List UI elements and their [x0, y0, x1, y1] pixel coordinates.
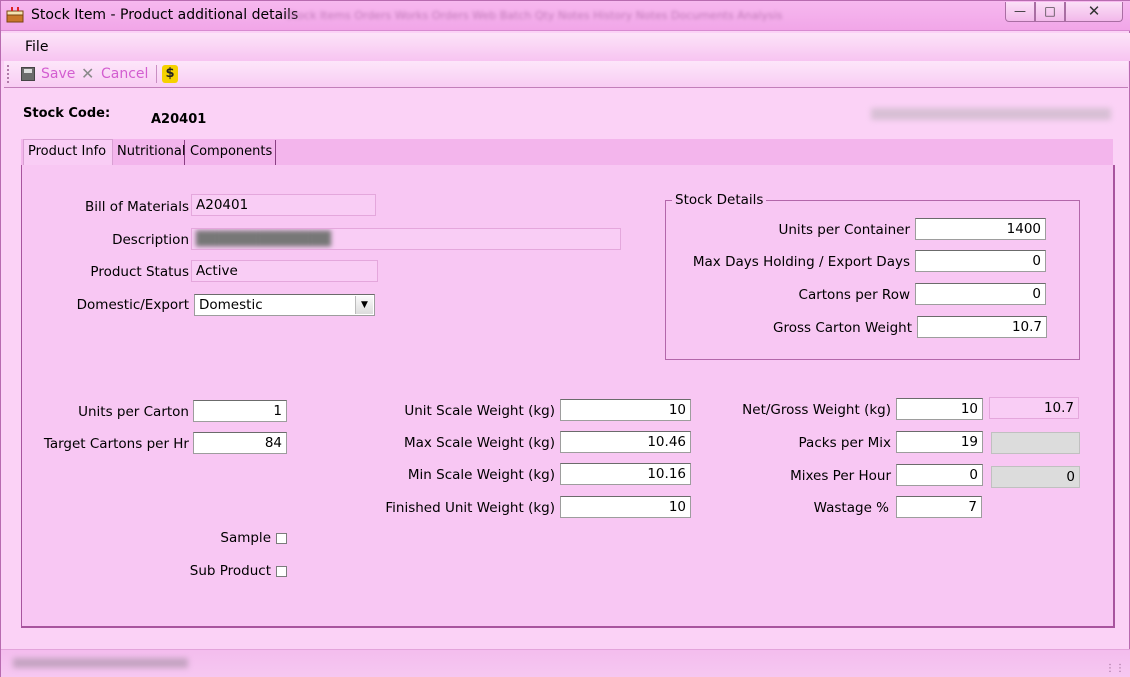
redacted-description-text: █████████████	[196, 231, 331, 247]
units-per-container-label: Units per Container	[778, 222, 911, 238]
tab-components[interactable]: Components	[186, 140, 276, 165]
sample-checkbox[interactable]	[276, 533, 287, 544]
toolbar: Save ✕ Cancel $	[4, 61, 1128, 88]
menu-file[interactable]: File	[25, 39, 48, 55]
min-scale-weight-label: Min Scale Weight (kg)	[407, 467, 555, 483]
save-icon[interactable]	[21, 67, 35, 81]
finished-unit-weight-field[interactable]: 10	[560, 496, 691, 518]
window-title: Stock Item - Product additional details	[31, 7, 299, 23]
unit-scale-weight-field[interactable]: 10	[560, 399, 691, 421]
max-scale-weight-label: Max Scale Weight (kg)	[403, 435, 555, 451]
bom-field[interactable]: A20401	[191, 194, 376, 216]
save-button[interactable]: Save	[41, 66, 75, 82]
redacted-status-text	[13, 658, 188, 668]
stock-details-title: Stock Details	[672, 192, 767, 208]
units-per-carton-field[interactable]: 1	[193, 400, 287, 422]
cancel-icon[interactable]: ✕	[81, 64, 94, 83]
net-weight-field[interactable]: 10	[896, 398, 983, 420]
net-gross-weight-label: Net/Gross Weight (kg)	[742, 402, 891, 418]
units-per-carton-label: Units per Carton	[78, 404, 189, 420]
app-icon	[6, 7, 24, 23]
units-per-container-field[interactable]: 1400	[915, 218, 1046, 240]
sample-label: Sample	[220, 530, 271, 546]
target-cartons-label: Target Cartons per Hr	[43, 436, 189, 452]
minimize-button[interactable]: —	[1005, 2, 1035, 22]
cancel-button[interactable]: Cancel	[101, 66, 148, 82]
redacted-description	[871, 108, 1111, 120]
stock-code-label: Stock Code:	[23, 106, 111, 121]
domestic-select[interactable]: Domestic ▼	[194, 294, 375, 316]
domestic-select-value: Domestic	[199, 297, 263, 313]
tab-product-info[interactable]: Product Info	[23, 139, 113, 165]
description-field[interactable]: █████████████	[191, 228, 621, 250]
chevron-down-icon[interactable]: ▼	[355, 296, 373, 314]
menu-bar: File	[1, 33, 1130, 61]
max-days-label: Max Days Holding / Export Days	[692, 254, 910, 270]
mixes-per-hour-field[interactable]: 0	[896, 464, 983, 486]
unit-scale-weight-label: Unit Scale Weight (kg)	[404, 403, 555, 419]
status-bar: ⋮⋮	[1, 649, 1130, 677]
status-field[interactable]: Active	[191, 260, 378, 282]
gross-carton-weight-field[interactable]: 10.7	[917, 316, 1047, 338]
tab-strip: Product Info Nutritional Components	[21, 139, 1113, 165]
packs-per-mix-calc-field	[991, 432, 1080, 454]
domestic-label: Domestic/Export	[76, 297, 189, 313]
bom-label: Bill of Materials	[85, 199, 189, 215]
target-cartons-field[interactable]: 84	[193, 432, 287, 454]
description-label: Description	[112, 232, 189, 248]
max-scale-weight-field[interactable]: 10.46	[560, 431, 691, 453]
sub-product-label: Sub Product	[189, 563, 271, 579]
dollar-icon[interactable]: $	[162, 65, 178, 83]
sub-product-checkbox[interactable]	[276, 566, 287, 577]
maximize-button[interactable]: □	[1035, 2, 1065, 22]
app-window: Stock Item - Product additional details …	[0, 0, 1130, 677]
background-tabs-ghost: Stock Items Orders Works Orders Web Batc…	[286, 9, 783, 22]
cartons-per-row-label: Cartons per Row	[798, 287, 910, 303]
min-scale-weight-field[interactable]: 10.16	[560, 463, 691, 485]
status-label: Product Status	[90, 264, 189, 280]
packs-per-mix-label: Packs per Mix	[798, 435, 891, 451]
wastage-field[interactable]: 7	[896, 496, 982, 518]
resize-grip-icon[interactable]: ⋮⋮	[1105, 663, 1125, 674]
max-days-field[interactable]: 0	[915, 250, 1046, 272]
packs-per-mix-field[interactable]: 19	[896, 431, 983, 453]
wastage-label: Wastage %	[813, 500, 889, 516]
toolbar-separator	[156, 65, 157, 83]
gross-carton-weight-label: Gross Carton Weight	[772, 320, 912, 336]
cartons-per-row-field[interactable]: 0	[915, 283, 1046, 305]
mixes-per-hour-calc-field: 0	[991, 466, 1080, 488]
tab-nutritional[interactable]: Nutritional	[113, 140, 186, 165]
mixes-per-hour-label: Mixes Per Hour	[790, 468, 891, 484]
stock-code-value: A20401	[151, 112, 207, 127]
close-button[interactable]: ✕	[1065, 2, 1123, 22]
toolbar-grip[interactable]	[7, 65, 10, 83]
gross-weight-field[interactable]: 10.7	[989, 397, 1079, 419]
title-bar: Stock Item - Product additional details …	[1, 1, 1130, 31]
finished-unit-weight-label: Finished Unit Weight (kg)	[385, 500, 555, 516]
